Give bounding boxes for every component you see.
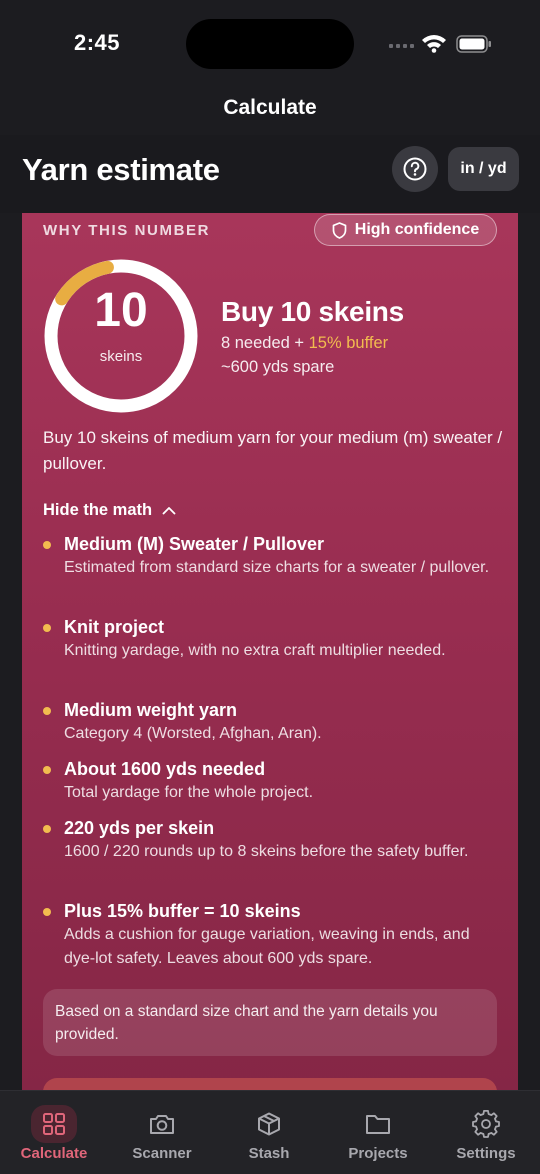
signal-icon xyxy=(389,44,414,48)
bullet-dot xyxy=(43,541,51,549)
math-item-desc: 1600 / 220 rounds up to 8 skeins before … xyxy=(64,843,469,860)
tab-label: Settings xyxy=(456,1145,516,1162)
confidence-label: High confidence xyxy=(354,221,480,238)
tab-label: Projects xyxy=(348,1145,408,1162)
tab-calculate[interactable]: Calculate xyxy=(4,1105,104,1162)
chevron-up-icon xyxy=(162,507,176,515)
tab-label: Stash xyxy=(248,1145,290,1162)
tab-projects[interactable]: Projects xyxy=(328,1105,428,1162)
bullet-dot xyxy=(43,624,51,632)
box-icon xyxy=(246,1105,292,1143)
tab-settings[interactable]: Settings xyxy=(436,1105,536,1162)
shield-icon xyxy=(332,221,347,239)
gear-icon xyxy=(463,1105,509,1143)
math-item: Medium (M) Sweater / Pullover Estimated … xyxy=(43,532,503,580)
math-item-title: Plus 15% buffer = 10 skeins xyxy=(64,901,301,921)
tab-stash[interactable]: Stash xyxy=(219,1105,319,1162)
math-item-title: 220 yds per skein xyxy=(64,818,215,838)
question-icon xyxy=(403,157,427,181)
math-item: Plus 15% buffer = 10 skeins Adds a cushi… xyxy=(43,899,503,971)
needed-line: 8 needed + 15% buffer xyxy=(221,334,388,353)
needed-text: 8 needed + xyxy=(221,334,309,352)
spare-line: ~600 yds spare xyxy=(221,358,335,376)
status-time: 2:45 xyxy=(74,30,121,55)
source-note: Based on a standard size chart and the y… xyxy=(43,989,497,1056)
math-item-desc: Estimated from standard size charts for … xyxy=(64,559,490,576)
math-item-desc: Knitting yardage, with no extra craft mu… xyxy=(64,642,446,659)
math-item: 220 yds per skein 1600 / 220 rounds up t… xyxy=(43,816,503,864)
math-item: Medium weight yarn Category 4 (Worsted, … xyxy=(43,698,503,746)
math-item-title: Medium weight yarn xyxy=(64,700,238,720)
wifi-icon xyxy=(422,35,446,53)
tab-scanner[interactable]: Scanner xyxy=(112,1105,212,1162)
bullet-dot xyxy=(43,766,51,774)
bullet-dot xyxy=(43,908,51,916)
dynamic-island xyxy=(186,19,354,69)
app-screen: 2:45 Calculate Yarn estimate in / yd WHY… xyxy=(0,0,540,1174)
bullet-dot xyxy=(43,707,51,715)
skein-count: 10 xyxy=(94,284,148,337)
estimate-summary: Buy 10 skeins of medium yarn for your me… xyxy=(43,428,503,473)
math-item-title: Medium (M) Sweater / Pullover xyxy=(64,534,325,554)
help-button[interactable] xyxy=(392,146,438,192)
math-item-desc: Total yardage for the whole project. xyxy=(64,784,314,801)
skein-unit: skeins xyxy=(99,348,143,365)
math-item-desc: Category 4 (Worsted, Afghan, Aran). xyxy=(64,725,322,742)
hide-math-label: Hide the math xyxy=(43,501,153,519)
page-title: Yarn estimate xyxy=(22,152,220,187)
tab-bar: Calculate Scanner Stash Projects Setting… xyxy=(0,1090,540,1174)
folder-icon xyxy=(355,1105,401,1143)
grid-icon xyxy=(31,1105,77,1143)
confidence-badge: High confidence xyxy=(314,214,497,246)
tab-label: Scanner xyxy=(132,1145,192,1162)
math-item: About 1600 yds needed Total yardage for … xyxy=(43,757,503,805)
camera-icon xyxy=(139,1105,185,1143)
estimate-card: WHY THIS NUMBER High confidence 10 skein… xyxy=(22,213,518,1118)
math-item-desc: Adds a cushion for gauge variation, weav… xyxy=(64,926,470,967)
math-item: Knit project Knitting yardage, with no e… xyxy=(43,615,503,663)
math-item-title: Knit project xyxy=(64,617,165,637)
math-item-title: About 1600 yds needed xyxy=(64,759,266,779)
buffer-text: 15% buffer xyxy=(308,334,389,352)
page-header: Yarn estimate in / yd xyxy=(0,135,540,213)
bullet-dot xyxy=(43,825,51,833)
hide-math-toggle[interactable]: Hide the math xyxy=(43,501,176,520)
status-bar: 2:45 xyxy=(0,0,540,88)
buy-title: Buy 10 skeins xyxy=(221,296,404,327)
section-label: WHY THIS NUMBER xyxy=(43,222,211,239)
nav-title: Calculate xyxy=(223,96,317,119)
tab-label: Calculate xyxy=(20,1145,88,1162)
battery-icon xyxy=(456,35,491,53)
units-toggle-button[interactable]: in / yd xyxy=(448,147,519,191)
